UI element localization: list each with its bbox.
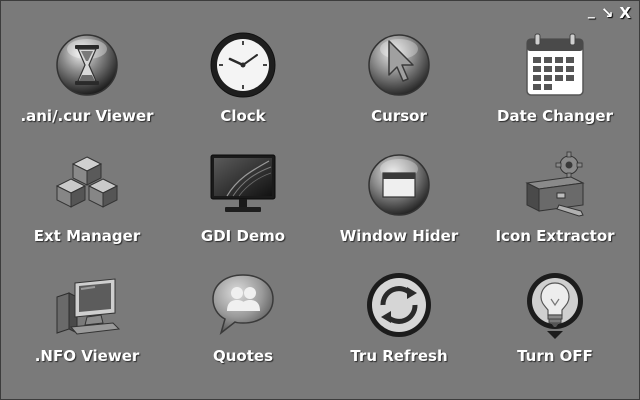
minimize-button[interactable]: _ xyxy=(588,3,595,19)
clock-icon xyxy=(207,29,279,101)
app-tile-ani-cur-viewer[interactable]: .ani/.cur Viewer xyxy=(9,25,165,145)
app-label: Date Changer xyxy=(497,107,613,125)
app-label: GDI Demo xyxy=(200,227,286,245)
lightbulb-icon xyxy=(519,269,591,341)
app-label: Quotes xyxy=(212,347,273,365)
app-tile-icon-extractor[interactable]: Icon Extractor xyxy=(477,145,633,265)
restore-button[interactable]: ↘ xyxy=(601,5,614,21)
app-tile-clock[interactable]: Clock xyxy=(165,25,321,145)
toolbox-icon xyxy=(519,149,591,221)
app-label: .NFO Viewer xyxy=(34,347,140,365)
app-label: Icon Extractor xyxy=(495,227,615,245)
app-label: .ani/.cur Viewer xyxy=(20,107,154,125)
app-tile-date-changer[interactable]: Date Changer xyxy=(477,25,633,145)
refresh-icon xyxy=(363,269,435,341)
app-tile-cursor[interactable]: Cursor xyxy=(321,25,477,145)
app-grid: .ani/.cur Viewer Clock Cursor Date Chang… xyxy=(9,25,633,385)
calendar-icon xyxy=(519,29,591,101)
app-launcher-window: _ ↘ X .ani/.cur Viewer Clock Cursor Date… xyxy=(0,0,640,400)
monitor-icon xyxy=(207,149,279,221)
window-controls: _ ↘ X xyxy=(588,3,631,21)
close-button[interactable]: X xyxy=(619,5,631,21)
window-icon xyxy=(363,149,435,221)
app-label: Cursor xyxy=(371,107,427,125)
app-label: Tru Refresh xyxy=(350,347,448,365)
app-label: Clock xyxy=(220,107,266,125)
hourglass-icon xyxy=(51,29,123,101)
app-tile-nfo-viewer[interactable]: .NFO Viewer xyxy=(9,265,165,385)
app-label: Turn OFF xyxy=(517,347,593,365)
app-tile-gdi-demo[interactable]: GDI Demo xyxy=(165,145,321,265)
app-label: Ext Manager xyxy=(33,227,141,245)
chat-bubble-icon xyxy=(207,269,279,341)
app-tile-window-hider[interactable]: Window Hider xyxy=(321,145,477,265)
computer-icon xyxy=(51,269,123,341)
app-tile-ext-manager[interactable]: Ext Manager xyxy=(9,145,165,265)
app-label: Window Hider xyxy=(339,227,459,245)
cubes-icon xyxy=(51,149,123,221)
app-tile-quotes[interactable]: Quotes xyxy=(165,265,321,385)
app-tile-turn-off[interactable]: Turn OFF xyxy=(477,265,633,385)
cursor-icon xyxy=(363,29,435,101)
app-tile-tru-refresh[interactable]: Tru Refresh xyxy=(321,265,477,385)
